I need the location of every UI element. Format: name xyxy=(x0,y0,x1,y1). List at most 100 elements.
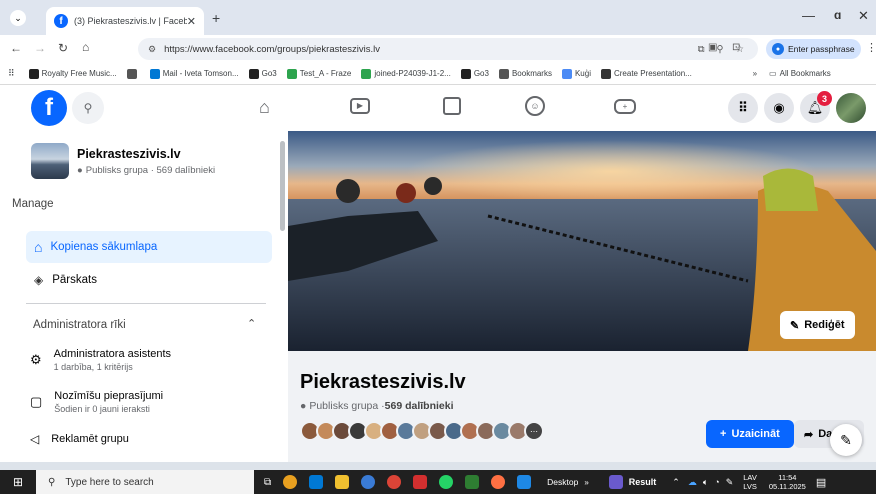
minimize-button[interactable]: — xyxy=(802,8,815,23)
bookmark-item[interactable]: Mail - Iveta Tomson... xyxy=(149,68,239,79)
group-sidebar: Piekrasteszivis.lv ● Publisks grupa · 56… xyxy=(0,131,288,462)
bookmark-item[interactable]: Go3 xyxy=(460,68,489,79)
nav-home-icon[interactable]: ⌂ xyxy=(259,97,270,118)
nav-marketplace-icon[interactable] xyxy=(443,97,461,115)
bookmark-favicon-icon xyxy=(498,68,509,79)
nav-gaming-icon[interactable]: + xyxy=(614,99,636,114)
new-message-button[interactable]: ✎ xyxy=(830,424,862,456)
all-bookmarks[interactable]: ▭ All Bookmarks xyxy=(769,69,831,78)
more-members-icon[interactable]: ⋯ xyxy=(524,421,544,441)
sidebar-group-name[interactable]: Piekrasteszivis.lv xyxy=(77,147,181,161)
messenger-button[interactable]: ◉ xyxy=(764,93,794,123)
nav-groups-icon[interactable]: ☺ xyxy=(525,96,545,116)
notification-center-icon[interactable]: ▤ xyxy=(816,476,826,489)
outlook-app-icon[interactable] xyxy=(309,475,324,489)
tab-title: (3) Piekrasteszivis.lv | Facebook xyxy=(74,16,187,26)
profile-avatar[interactable] xyxy=(836,93,866,123)
task-view-icon[interactable]: ⧉ xyxy=(264,477,271,488)
bookmark-item[interactable]: Test_A - Fraze xyxy=(286,68,351,79)
reload-icon[interactable]: ↻ xyxy=(58,41,68,55)
back-icon[interactable]: ← xyxy=(10,41,22,55)
bookmark-item[interactable]: Go3 xyxy=(248,68,277,79)
cover-photo: ✎ Rediģēt xyxy=(288,131,876,351)
clock[interactable]: 11:54 05.11.2025 xyxy=(769,473,806,491)
overflow-icon[interactable]: » xyxy=(584,478,588,487)
desktop-toolbar[interactable]: Desktop xyxy=(547,477,578,487)
chrome-app-icon[interactable] xyxy=(283,475,298,489)
tray-chevron-icon[interactable]: ⌃ xyxy=(672,477,680,488)
profile-sync-icon: ● xyxy=(772,43,784,55)
site-info-icon[interactable]: ⚙ xyxy=(148,44,156,55)
speaker-icon[interactable]: 🔈︎ xyxy=(703,477,708,488)
pdf-app-icon[interactable] xyxy=(413,475,428,489)
passphrase-label: Enter passphrase xyxy=(788,44,855,54)
notification-badge: 3 xyxy=(817,91,832,106)
more-bookmarks-icon[interactable]: » xyxy=(753,69,757,78)
lang-secondary: LVS xyxy=(743,482,757,491)
address-bar[interactable]: ⚙ https://www.facebook.com/groups/piekra… xyxy=(138,38,758,60)
nav-video-icon[interactable]: ▶ xyxy=(350,98,370,114)
fb-search-button[interactable]: ⚲ xyxy=(72,92,104,124)
start-button[interactable]: ⊞ xyxy=(0,470,36,494)
browser-tab[interactable]: f (3) Piekrasteszivis.lv | Facebook ✕ xyxy=(46,7,204,35)
bookmark-favicon-icon xyxy=(460,68,471,79)
extension-icon[interactable]: ▣ xyxy=(708,42,717,53)
network-icon[interactable]: ◔ xyxy=(714,477,719,487)
sidebar-item-pending-requests[interactable]: ▢ Nozīmīšu pieprasījumi Šodien ir 0 jaun… xyxy=(30,390,163,414)
apps-grid-icon[interactable]: ⠿ xyxy=(8,68,15,79)
sidebar-divider xyxy=(26,303,266,304)
group-main: ✎ Rediģēt Piekrasteszivis.lv ● Publisks … xyxy=(288,131,876,462)
edit-cover-button[interactable]: ✎ Rediģēt xyxy=(780,311,855,339)
bookmark-item[interactable] xyxy=(126,68,140,79)
zoom-icon[interactable]: ⚲ xyxy=(717,44,724,55)
group-thumbnail[interactable] xyxy=(31,143,69,179)
pen-icon[interactable]: ✎ xyxy=(726,477,734,488)
menu-dots-icon[interactable]: ⋮ xyxy=(866,41,876,54)
clock-date: 05.11.2025 xyxy=(768,482,806,491)
invite-button[interactable]: + Uzaicināt xyxy=(706,420,794,448)
tab-search-button[interactable]: ⌄ xyxy=(10,10,26,26)
bookmark-item[interactable]: joined-P24039-J1-2... xyxy=(361,68,451,79)
app-icon-green[interactable] xyxy=(465,475,480,489)
home-icon[interactable]: ⌂ xyxy=(82,40,89,54)
important-title: Nozīmīšu pieprasījumi xyxy=(54,390,164,402)
tab-close-icon[interactable]: ✕ xyxy=(187,15,196,28)
sidebar-scrollbar[interactable] xyxy=(280,141,285,231)
pencil-icon: ✎ xyxy=(790,319,800,332)
taskbar-search[interactable]: ⚲ Type here to search xyxy=(36,470,254,494)
member-avatars[interactable]: ⋯ xyxy=(300,421,544,441)
group-title[interactable]: Piekrasteszivis.lv xyxy=(300,371,466,394)
sidebar-item-label: Pārskats xyxy=(52,274,97,286)
result-label[interactable]: Result xyxy=(629,477,657,487)
chrome-app-icon-2[interactable] xyxy=(387,475,402,489)
collapse-chevron-icon[interactable]: ⌃ xyxy=(247,317,256,330)
bookmark-favicon-icon xyxy=(361,68,372,79)
language-indicator[interactable]: LAV LVS xyxy=(743,473,757,491)
sidebar-item-admin-assistant[interactable]: ⚙ Administratora asistents 1 darbība, 1 … xyxy=(30,348,171,372)
bookmark-item[interactable]: Bookmarks xyxy=(498,68,552,79)
app-icon-orange[interactable] xyxy=(491,475,506,489)
whatsapp-app-icon[interactable] xyxy=(439,475,454,489)
group-meta-members[interactable]: 569 dalībnieki xyxy=(385,400,454,412)
forward-icon[interactable]: → xyxy=(34,41,46,55)
new-tab-button[interactable]: + xyxy=(212,10,220,26)
restore-button[interactable]: ɑ xyxy=(834,8,841,22)
menu-grid-button[interactable]: ⠿ xyxy=(728,93,758,123)
sidebar-item-overview[interactable]: ◈ Pārskats xyxy=(34,273,97,287)
close-window-button[interactable]: ✕ xyxy=(858,8,869,24)
sidebar-item-community-home[interactable]: ⌂ Kopienas sākumlapa xyxy=(26,231,272,263)
bookmark-item[interactable]: Royalty Free Music... xyxy=(28,68,117,79)
facebook-logo-icon[interactable]: f xyxy=(31,90,67,126)
app-icon-blue[interactable] xyxy=(361,475,376,489)
puzzle-icon[interactable]: ⊡ xyxy=(732,42,740,53)
file-explorer-icon[interactable] xyxy=(335,475,350,489)
sidebar-item-advertise[interactable]: ◁ Reklamēt grupu xyxy=(30,432,129,446)
cloud-icon[interactable]: ☁ xyxy=(688,477,697,488)
install-icon[interactable]: ⧉ xyxy=(698,44,705,55)
passphrase-button[interactable]: ● Enter passphrase xyxy=(766,39,861,59)
bookmark-item[interactable]: Create Presentation... xyxy=(600,68,692,79)
app-icon-photos[interactable] xyxy=(517,475,532,489)
result-app-icon[interactable] xyxy=(608,475,623,489)
bookmark-item[interactable]: Kuģi xyxy=(561,68,591,79)
bookmark-favicon-icon xyxy=(126,68,137,79)
